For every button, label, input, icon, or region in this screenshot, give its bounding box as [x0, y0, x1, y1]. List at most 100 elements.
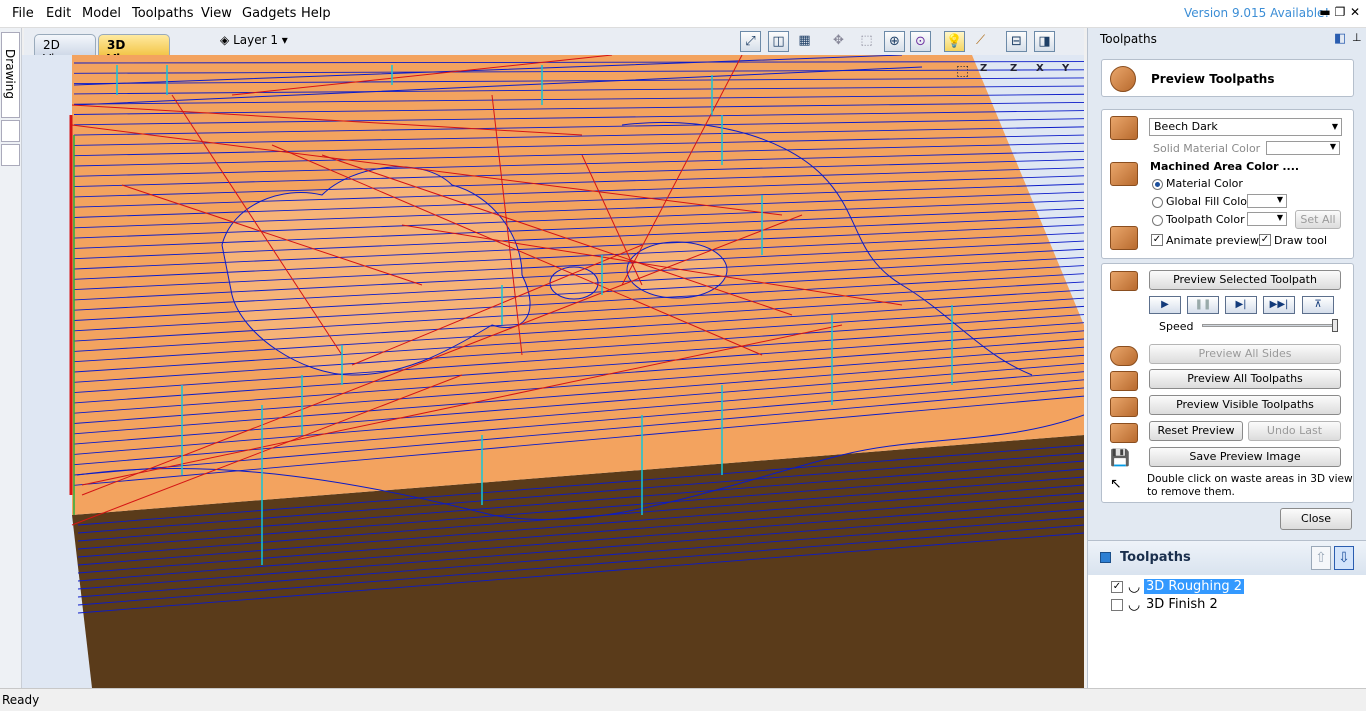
draw-tool-icon[interactable]: ⟋	[970, 31, 991, 52]
status-text: Ready	[2, 693, 40, 707]
material-select[interactable]: Beech Dark ▼	[1149, 118, 1342, 136]
menu-gadgets[interactable]: Gadgets	[242, 6, 296, 21]
play-icon[interactable]: ▶	[1149, 296, 1181, 314]
tab-2d-view[interactable]: 2D View	[34, 34, 96, 66]
menu-edit[interactable]: Edit	[46, 6, 71, 21]
close-window-button[interactable]: ✕	[1348, 5, 1362, 19]
speed-slider-track[interactable]	[1202, 324, 1338, 327]
set-all-button[interactable]: Set All	[1295, 210, 1341, 229]
undo-last-button[interactable]: Undo Last	[1248, 421, 1341, 441]
preview-header: Preview Toolpaths	[1101, 59, 1354, 97]
speed-label: Speed	[1159, 320, 1194, 333]
toolpath-visible-checkbox-2[interactable]	[1111, 599, 1123, 611]
chevron-down-icon: ▾	[281, 33, 288, 47]
toolpath-item-2[interactable]: 3D Finish 2	[1144, 597, 1220, 612]
chevron-down-icon: ▼	[1331, 122, 1338, 131]
left-side-tabs: Drawing	[0, 28, 22, 688]
view-z-axis[interactable]: Z	[1010, 63, 1017, 74]
pin-icon[interactable]: ⊥	[1352, 31, 1362, 44]
grid-icon[interactable]: ▦	[794, 31, 815, 52]
menu-bar: File Edit Model Toolpaths View Gadgets H…	[0, 0, 1366, 28]
global-fill-color-radio[interactable]	[1152, 197, 1163, 208]
pause-icon[interactable]: ❚❚	[1187, 296, 1219, 314]
menu-file[interactable]: File	[12, 6, 34, 21]
animate-icon	[1110, 226, 1138, 250]
layer-selector[interactable]: ◈ Layer 1 ▾	[220, 33, 288, 47]
view-x-axis[interactable]: X	[1036, 63, 1044, 74]
3d-viewport[interactable]: ⬚ Z Z X Y	[22, 55, 1084, 688]
side-tab-3[interactable]	[1, 144, 20, 166]
status-bar: Ready	[0, 688, 1366, 711]
side-tab-2[interactable]	[1, 120, 20, 142]
ball-nose-tool-icon: ◡	[1128, 579, 1141, 595]
material-settings: Beech Dark ▼ Solid Material Color ▼ Mach…	[1101, 109, 1354, 259]
jump-to-top-icon[interactable]: ⊼	[1302, 296, 1334, 314]
animate-preview-checkbox[interactable]: ✓	[1151, 234, 1163, 246]
toolpaths-list-section: Toolpaths ⇧ ⇩ ✓ ◡ 3D Roughing 2 ◡ 3D Fin…	[1088, 540, 1366, 688]
menu-toolpaths[interactable]: Toolpaths	[132, 6, 194, 21]
animate-preview-label: Animate preview	[1166, 234, 1259, 247]
preview-all-sides-button[interactable]: Preview All Sides	[1149, 344, 1341, 364]
pan-icon[interactable]: ✥	[828, 31, 849, 52]
toolpath-visible-checkbox-1[interactable]: ✓	[1111, 581, 1123, 593]
close-button[interactable]: Close	[1280, 508, 1352, 530]
dock-icon[interactable]: ◧	[1334, 31, 1346, 46]
solid-material-color-picker[interactable]: ▼	[1266, 141, 1340, 155]
zoom-box-icon[interactable]: ◫	[768, 31, 789, 52]
draw-tool-checkbox[interactable]: ✓	[1259, 234, 1271, 246]
preview-visible-toolpaths-button[interactable]: Preview Visible Toolpaths	[1149, 395, 1341, 415]
zoom-selected-icon[interactable]: ⊙	[910, 31, 931, 52]
global-fill-color-label: Global Fill Color	[1166, 195, 1252, 208]
reset-preview-icon	[1110, 423, 1138, 443]
preview-all-sides-icon	[1110, 346, 1138, 366]
chevron-down-icon: ▼	[1329, 142, 1336, 151]
solid-material-color-label: Solid Material Color	[1153, 142, 1261, 155]
material-color-radio[interactable]	[1152, 179, 1163, 190]
material-color-label: Material Color	[1166, 177, 1243, 190]
fast-forward-icon[interactable]: ▶▶|	[1263, 296, 1295, 314]
restore-button[interactable]: ❐	[1333, 5, 1347, 19]
zoom-fit-icon[interactable]: ⬚	[956, 63, 969, 79]
menu-help[interactable]: Help	[301, 6, 331, 21]
step-forward-icon[interactable]: ▶|	[1225, 296, 1257, 314]
speed-slider-thumb[interactable]	[1332, 319, 1338, 332]
cursor-icon: ↖	[1110, 476, 1122, 492]
toolpath-color-radio[interactable]	[1152, 215, 1163, 226]
toolpath-item-1[interactable]: 3D Roughing 2	[1144, 579, 1245, 594]
waste-hint-line-1: Double click on waste areas in 3D view	[1147, 473, 1353, 485]
version-available-link[interactable]: Version 9.015 Available!	[1184, 6, 1329, 20]
toolpaths-panel: Toolpaths ◧ ⊥ Preview Toolpaths Beech Da…	[1087, 28, 1366, 688]
section-icon	[1100, 552, 1111, 563]
save-preview-image-button[interactable]: Save Preview Image	[1149, 447, 1341, 467]
toolpath-preview-scene	[69, 55, 1084, 688]
waste-hint-line-2: to remove them.	[1147, 486, 1235, 498]
zoom-region-icon[interactable]: ⬚	[856, 31, 877, 52]
toolpath-color-picker[interactable]: ▼	[1247, 212, 1287, 226]
zoom-icon[interactable]: ⊕	[884, 31, 905, 52]
view-iso-axis[interactable]: Z	[980, 63, 987, 74]
layer-name: Layer 1	[233, 33, 278, 47]
drawing-tab[interactable]: Drawing	[1, 32, 20, 118]
toolpaths-section-title: Toolpaths	[1120, 550, 1191, 565]
preview-all-toolpaths-icon	[1110, 371, 1138, 391]
menu-model[interactable]: Model	[82, 6, 121, 21]
machined-area-color-label: Machined Area Color ....	[1150, 160, 1300, 173]
lighting-icon[interactable]: 💡	[944, 31, 965, 52]
layers-icon: ◈	[220, 33, 230, 47]
minimize-button[interactable]: ▬	[1318, 5, 1332, 19]
ball-nose-tool-icon: ◡	[1128, 597, 1141, 613]
move-down-icon[interactable]: ⇩	[1334, 546, 1354, 570]
preview-all-toolpaths-button[interactable]: Preview All Toolpaths	[1149, 369, 1341, 389]
zoom-extents-icon[interactable]: ⤢	[740, 31, 761, 52]
move-up-icon[interactable]: ⇧	[1311, 546, 1331, 570]
reset-preview-button[interactable]: Reset Preview	[1149, 421, 1243, 441]
tab-3d-view[interactable]: 3D View	[98, 34, 170, 66]
view-toolbar: 2D View 3D View ◈ Layer 1 ▾ ⤢ ◫ ▦ ✥ ⬚ ⊕ …	[24, 28, 1084, 66]
preview-selected-toolpath-button[interactable]: Preview Selected Toolpath	[1149, 270, 1341, 290]
global-fill-color-picker[interactable]: ▼	[1247, 194, 1287, 208]
split-view-horizontal-icon[interactable]: ⊟	[1006, 31, 1027, 52]
menu-view[interactable]: View	[201, 6, 232, 21]
split-view-vertical-icon[interactable]: ◨	[1034, 31, 1055, 52]
view-y-axis[interactable]: Y	[1062, 63, 1069, 74]
machined-area-icon	[1110, 162, 1138, 186]
